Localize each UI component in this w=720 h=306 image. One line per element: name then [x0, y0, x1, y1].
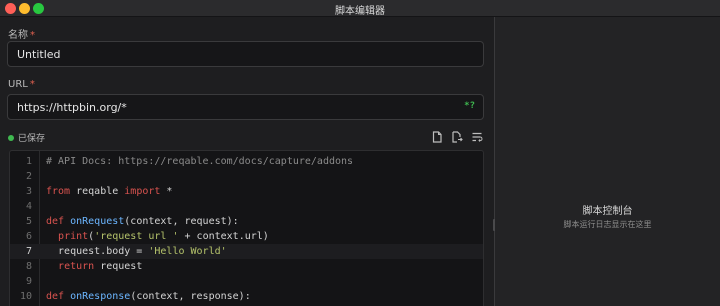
- code-line: 1 # API Docs: https://reqable.com/docs/ca…: [10, 154, 483, 169]
- code-text: print('request url ' + context.url): [46, 229, 269, 244]
- code-token: request.body =: [46, 246, 149, 257]
- saved-status-dot: [8, 135, 14, 141]
- code-line: 6 print('request url ' + context.url): [10, 229, 483, 244]
- code-token: (context, request):: [124, 216, 239, 227]
- code-text: def onResponse(context, response):: [46, 289, 251, 304]
- code-text: def onRequest(context, request):: [46, 214, 239, 229]
- console-title: 脚本控制台: [582, 206, 633, 217]
- code-token: print: [58, 231, 89, 242]
- line-number: 5: [25, 216, 32, 227]
- code-token: from: [46, 186, 71, 197]
- name-label: 名称 *: [8, 30, 35, 41]
- code-token: 'Hello World': [148, 246, 227, 257]
- line-number: 3: [25, 186, 32, 197]
- code-token: 'request url ': [94, 231, 179, 242]
- file-export-icon[interactable]: [451, 131, 463, 143]
- code-token: def: [46, 216, 65, 227]
- line-number: 9: [25, 276, 32, 287]
- format-icon[interactable]: [471, 131, 483, 143]
- code-line: 8 return request: [10, 259, 483, 274]
- script-form-panel: 名称 * Untitled URL * https://httpbin.org/* …: [0, 17, 494, 306]
- code-line: 7 request.body = 'Hello World': [10, 244, 483, 259]
- code-line: 9: [10, 274, 483, 289]
- code-text: request.body = 'Hello World': [46, 244, 227, 259]
- line-number: 7: [25, 246, 32, 257]
- code-editor[interactable]: 1 # API Docs: https://reqable.com/docs/ca…: [9, 150, 484, 306]
- code-line: 4: [10, 199, 483, 214]
- url-field[interactable]: https://httpbin.org/* *?: [7, 94, 484, 120]
- url-required-mark: *: [29, 79, 35, 90]
- code-line: 3 from reqable import *: [10, 184, 483, 199]
- code-token: *: [160, 186, 173, 197]
- code-token: + context.url): [178, 231, 269, 242]
- title-bar: 脚本编辑器: [0, 0, 720, 17]
- line-number: 6: [25, 231, 32, 242]
- code-line: 10 def onResponse(context, response):: [10, 289, 483, 304]
- name-required-mark: *: [30, 30, 35, 41]
- code-token: def: [46, 291, 65, 302]
- code-token: onResponse: [70, 291, 131, 302]
- code-token: # API Docs: https://reqable.com/docs/cap…: [46, 156, 354, 167]
- code-text: from reqable import *: [46, 184, 172, 199]
- code-line: 2: [10, 169, 483, 184]
- code-text: # API Docs: https://reqable.com/docs/cap…: [46, 154, 353, 169]
- code-text: return request: [46, 259, 142, 274]
- code-token: import: [124, 186, 161, 197]
- code-token: return: [58, 261, 95, 272]
- file-icon[interactable]: [431, 131, 443, 143]
- code-token: request: [94, 261, 143, 272]
- code-token: (context, response):: [130, 291, 251, 302]
- save-status: 已保存: [8, 131, 45, 144]
- line-number: 4: [25, 201, 32, 212]
- line-number: 1: [25, 156, 32, 167]
- code-token: reqable: [70, 186, 125, 197]
- code-line: 5 def onRequest(context, request):: [10, 214, 483, 229]
- console-placeholder: 脚本运行日志显示在这里: [563, 220, 652, 229]
- code-token: onRequest: [70, 216, 125, 227]
- url-value: https://httpbin.org/*: [17, 101, 127, 114]
- regex-toggle[interactable]: *?: [464, 101, 475, 111]
- name-field[interactable]: Untitled: [7, 41, 484, 67]
- line-number: 2: [25, 171, 32, 182]
- line-number: 10: [19, 291, 32, 302]
- window-title: 脚本编辑器: [335, 6, 385, 17]
- script-console-panel: 脚本控制台 脚本运行日志显示在这里: [495, 17, 720, 306]
- line-number: 8: [25, 261, 32, 272]
- name-value: Untitled: [17, 48, 61, 61]
- url-label: URL *: [8, 79, 35, 90]
